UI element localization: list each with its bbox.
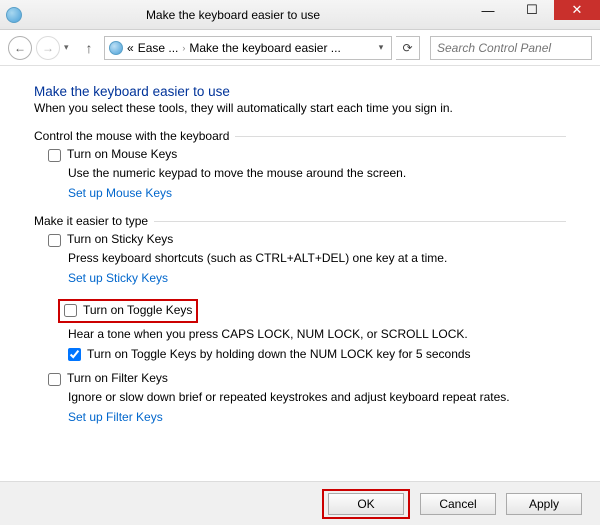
minimize-button[interactable]: — — [466, 0, 510, 20]
window-title: Make the keyboard easier to use — [0, 8, 466, 22]
breadcrumb-prefix: « — [127, 41, 134, 55]
titlebar: Make the keyboard easier to use — ☐ ✕ — [0, 0, 600, 30]
close-button[interactable]: ✕ — [554, 0, 600, 20]
sticky-keys-row: Turn on Sticky Keys — [48, 232, 566, 247]
filter-keys-label[interactable]: Turn on Filter Keys — [67, 371, 168, 385]
history-dropdown[interactable]: ▾ — [64, 42, 74, 53]
page-heading: Make the keyboard easier to use — [34, 84, 566, 99]
search-input[interactable] — [437, 41, 585, 55]
cancel-button[interactable]: Cancel — [420, 493, 496, 515]
filter-keys-row: Turn on Filter Keys — [48, 371, 566, 386]
section-mouse-title: Control the mouse with the keyboard — [34, 129, 566, 143]
control-panel-icon — [109, 41, 123, 55]
page-subheading: When you select these tools, they will a… — [34, 101, 566, 115]
apply-button[interactable]: Apply — [506, 493, 582, 515]
window-controls: — ☐ ✕ — [466, 0, 600, 29]
mouse-keys-row: Turn on Mouse Keys — [48, 147, 566, 162]
search-box[interactable] — [430, 36, 592, 60]
maximize-button[interactable]: ☐ — [510, 0, 554, 20]
mouse-keys-checkbox[interactable] — [48, 149, 61, 162]
toggle-keys-checkbox[interactable] — [64, 304, 77, 317]
forward-button[interactable]: → — [36, 36, 60, 60]
sticky-keys-checkbox[interactable] — [48, 234, 61, 247]
breadcrumb-segment[interactable]: Ease ... — [138, 41, 179, 55]
mouse-keys-description: Use the numeric keypad to move the mouse… — [68, 166, 566, 180]
address-bar[interactable]: « Ease ... › Make the keyboard easier ..… — [104, 36, 392, 60]
ok-button[interactable]: OK — [328, 493, 404, 515]
mouse-keys-label[interactable]: Turn on Mouse Keys — [67, 147, 177, 161]
filter-keys-checkbox[interactable] — [48, 373, 61, 386]
toggle-keys-label[interactable]: Turn on Toggle Keys — [83, 303, 192, 317]
toggle-keys-numlock-row: Turn on Toggle Keys by holding down the … — [68, 347, 566, 361]
section-type-title: Make it easier to type — [34, 214, 566, 228]
breadcrumb-segment[interactable]: Make the keyboard easier ... — [189, 41, 340, 55]
address-dropdown[interactable]: ▾ — [375, 42, 387, 53]
ok-button-highlight: OK — [322, 489, 410, 519]
navbar: ← → ▾ ↑ « Ease ... › Make the keyboard e… — [0, 30, 600, 66]
up-button[interactable]: ↑ — [78, 37, 100, 59]
toggle-keys-numlock-checkbox[interactable] — [68, 348, 81, 361]
footer-buttons: OK Cancel Apply — [0, 481, 600, 525]
refresh-button[interactable]: ⟳ — [396, 36, 420, 60]
toggle-keys-description: Hear a tone when you press CAPS LOCK, NU… — [68, 327, 566, 341]
toggle-keys-highlight: Turn on Toggle Keys — [58, 299, 198, 323]
filter-keys-setup-link[interactable]: Set up Filter Keys — [68, 410, 566, 424]
chevron-right-icon: › — [182, 43, 185, 53]
sticky-keys-description: Press keyboard shortcuts (such as CTRL+A… — [68, 251, 566, 265]
sticky-keys-setup-link[interactable]: Set up Sticky Keys — [68, 271, 566, 285]
content-pane: Make the keyboard easier to use When you… — [0, 66, 600, 481]
filter-keys-description: Ignore or slow down brief or repeated ke… — [68, 390, 566, 404]
back-button[interactable]: ← — [8, 36, 32, 60]
mouse-keys-setup-link[interactable]: Set up Mouse Keys — [68, 186, 566, 200]
toggle-keys-numlock-label[interactable]: Turn on Toggle Keys by holding down the … — [87, 347, 471, 361]
sticky-keys-label[interactable]: Turn on Sticky Keys — [67, 232, 173, 246]
